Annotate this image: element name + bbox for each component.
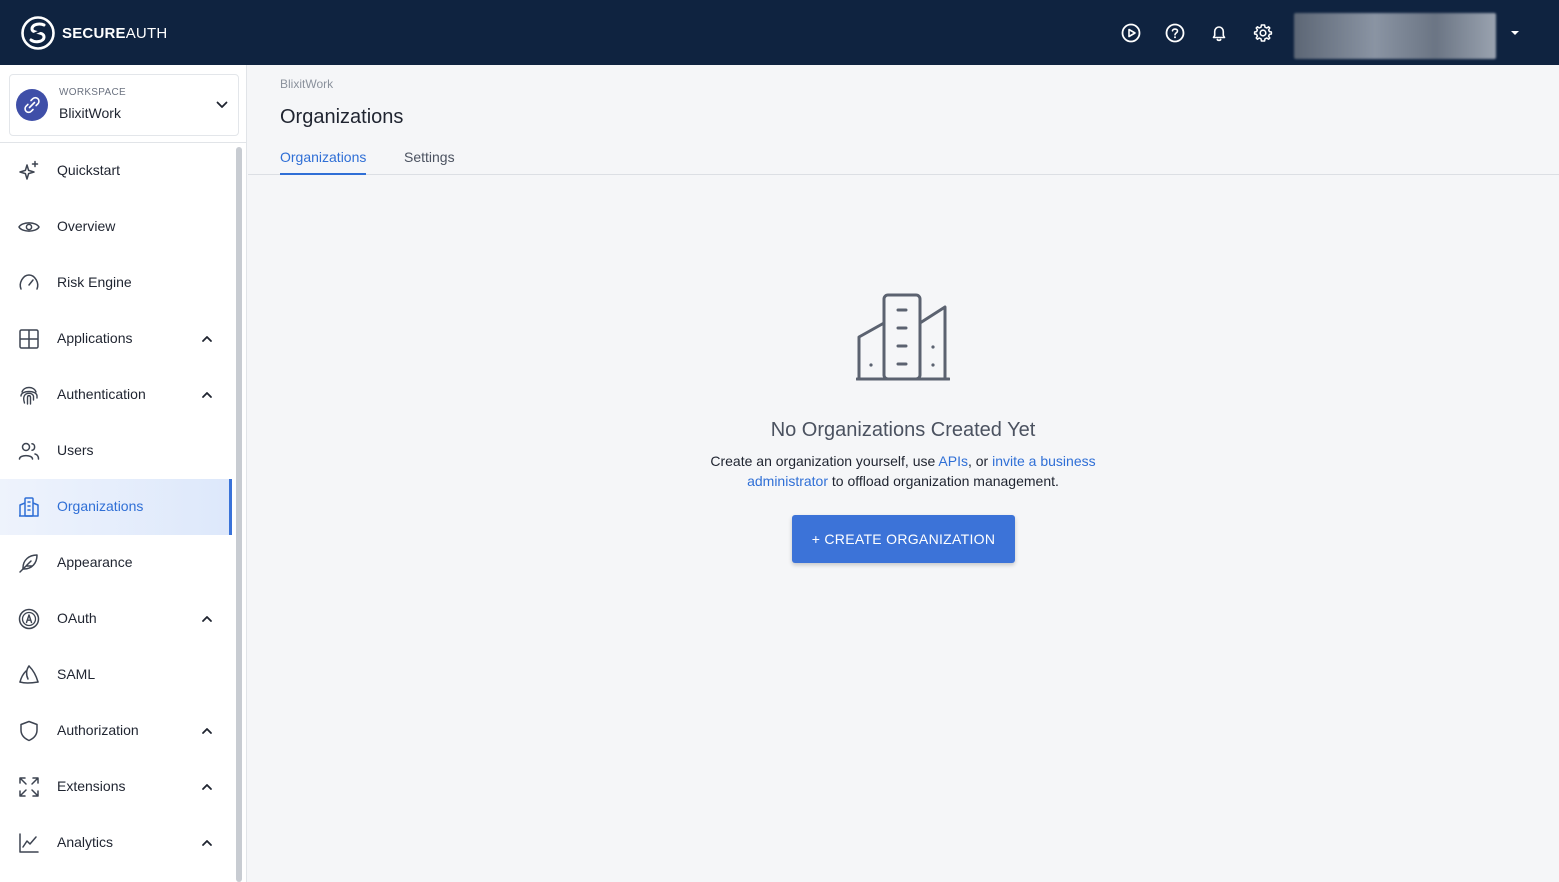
chevron-up-icon[interactable] (200, 781, 214, 793)
sparkles-icon (19, 160, 39, 180)
chart-line-icon (19, 833, 39, 853)
workspace-label: WORKSPACE (59, 87, 126, 98)
workspace-name: BlixitWork (59, 105, 121, 121)
workspace-selector[interactable]: WORKSPACE BlixitWork (9, 74, 239, 136)
chevron-up-icon[interactable] (200, 389, 214, 401)
saml-icon (19, 665, 39, 684)
grid-icon (19, 329, 39, 349)
apis-link[interactable]: APIs (938, 453, 968, 469)
users-icon (18, 442, 40, 460)
breadcrumb[interactable]: BlixitWork (280, 77, 333, 91)
sidebar-item-label: Risk Engine (57, 274, 132, 290)
sidebar-item-saml[interactable]: SAML (0, 647, 232, 703)
sidebar-item-label: Overview (57, 218, 116, 234)
user-profile-button[interactable] (1294, 13, 1496, 59)
secureauth-logo-icon (21, 16, 55, 50)
sidebar-item-label: Authorization (57, 722, 139, 738)
sidebar-item-label: Extensions (57, 778, 126, 794)
sidebar-item-authentication[interactable]: Authentication (0, 367, 232, 423)
help-circle-icon[interactable] (1164, 22, 1186, 44)
tab-organizations[interactable]: Organizations (280, 149, 367, 175)
sidebar-item-label: Authentication (57, 386, 146, 402)
top-bar: SECUREAUTH (0, 0, 1559, 65)
sidebar-item-applications[interactable]: Applications (0, 311, 232, 367)
sidebar-item-oauth[interactable]: OAuth (0, 591, 232, 647)
bell-icon[interactable] (1208, 22, 1230, 44)
empty-state-title: No Organizations Created Yet (770, 419, 1036, 441)
buildings-icon (856, 293, 950, 381)
feather-icon (19, 554, 38, 573)
empty-state-description: Create an organization yourself, use API… (710, 453, 1096, 489)
sidebar-item-label: Applications (57, 330, 133, 346)
main-content: BlixitWork Organizations Organizations S… (248, 65, 1559, 882)
expand-icon (19, 777, 39, 797)
link-icon (24, 96, 40, 114)
sidebar-item-label: Analytics (57, 834, 114, 850)
sidebar: WORKSPACE BlixitWork Quickstart Overview (0, 65, 247, 882)
play-circle-icon[interactable] (1120, 22, 1142, 44)
chevron-up-icon[interactable] (200, 725, 214, 737)
gauge-icon (19, 274, 39, 290)
buildings-icon (19, 497, 39, 517)
fingerprint-icon (20, 386, 38, 405)
sidebar-item-appearance[interactable]: Appearance (0, 535, 232, 591)
chevron-up-icon[interactable] (200, 613, 214, 625)
chevron-down-icon[interactable] (215, 98, 229, 112)
sidebar-item-label: Users (57, 442, 94, 458)
brand-name: SECUREAUTH (62, 24, 168, 42)
sidebar-item-overview[interactable]: Overview (0, 199, 232, 255)
gear-icon[interactable] (1252, 22, 1274, 44)
sidebar-item-label: SAML (57, 666, 96, 682)
caret-down-icon[interactable] (1509, 28, 1521, 38)
sidebar-item-label: OAuth (57, 610, 97, 626)
tab-bar: Organizations Settings (248, 147, 1559, 175)
sidebar-item-risk-engine[interactable]: Risk Engine (0, 255, 232, 311)
sidebar-scrollbar[interactable] (236, 147, 242, 882)
sidebar-item-label: Quickstart (57, 162, 121, 178)
sidebar-item-organizations[interactable]: Organizations (0, 479, 232, 535)
eye-icon (18, 222, 40, 232)
oauth-icon (18, 608, 40, 630)
sidebar-item-extensions[interactable]: Extensions (0, 759, 232, 815)
sidebar-item-analytics[interactable]: Analytics (0, 815, 232, 871)
logo[interactable]: SECUREAUTH (20, 15, 167, 51)
create-organization-button[interactable]: + CREATE ORGANIZATION (792, 515, 1015, 563)
workspace-avatar (16, 89, 48, 121)
chevron-up-icon[interactable] (200, 333, 214, 345)
sidebar-item-label: Organizations (57, 498, 144, 514)
sidebar-item-label: Appearance (57, 554, 133, 570)
shield-icon (20, 720, 38, 742)
page-title: Organizations (280, 106, 404, 128)
chevron-up-icon[interactable] (200, 837, 214, 849)
tab-settings[interactable]: Settings (404, 149, 455, 175)
sidebar-item-authorization[interactable]: Authorization (0, 703, 232, 759)
sidebar-item-quickstart[interactable]: Quickstart (0, 143, 232, 199)
sidebar-item-users[interactable]: Users (0, 423, 232, 479)
